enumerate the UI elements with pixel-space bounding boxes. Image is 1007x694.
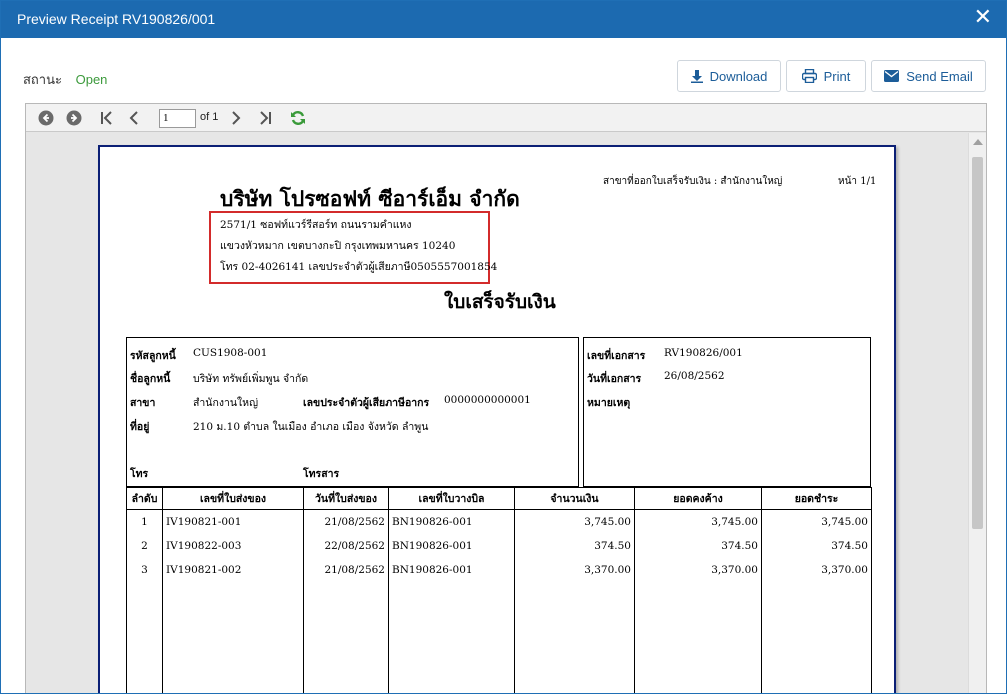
address-line-2: แขวงหัวหมาก เขตบางกะปิ กรุงเทพมหานคร 102… (220, 240, 456, 252)
table-row: 3 IV190821-002 21/08/2562 BN190826-001 3… (126, 557, 872, 582)
cell-delivery-date: 21/08/2562 (303, 557, 389, 582)
cell-outstanding: 3,745.00 (634, 509, 762, 534)
status-badge: Open (75, 72, 108, 87)
cell-paid: 3,745.00 (761, 509, 872, 534)
table-row: 2 IV190822-003 22/08/2562 BN190826-001 3… (126, 533, 872, 558)
customer-name: บริษัท ทรัพย์เพิ่มพูน จำกัด (193, 373, 309, 385)
issuing-branch: สาขาที่ออกใบเสร็จรับเงิน : สำนักงานใหญ่ (603, 176, 783, 187)
customer-code-label: รหัสลูกหนี้ (130, 350, 176, 362)
dialog-title: Preview Receipt RV190826/001 (17, 11, 216, 27)
customer-branch: สำนักงานใหญ่ (193, 397, 259, 409)
cell-delivery-no: IV190821-002 (162, 557, 304, 582)
col-header-seq: ลำดับ (126, 487, 163, 510)
report-viewer: 1 of 1 บริษัท โปรซอฟท์ ซีอาร์เอ็ม จำกัด … (25, 103, 987, 693)
table-header-row: ลำดับ เลขที่ใบส่งของ วันที่ใบส่งของ เลขท… (126, 487, 872, 510)
document-info-box: เลขที่เอกสาร RV190826/001 วันที่เอกสาร 2… (583, 337, 871, 487)
back-icon[interactable] (36, 108, 56, 128)
print-icon (801, 69, 817, 83)
cell-amount: 3,745.00 (514, 509, 635, 534)
close-icon[interactable]: ✕ (974, 6, 992, 30)
send-email-label: Send Email (906, 68, 973, 84)
address-line-3: โทร 02-4026141 เลขประจำตัวผู้เสียภาษี050… (220, 261, 498, 273)
cell-paid: 3,370.00 (761, 557, 872, 582)
col-header-paid: ยอดชำระ (761, 487, 872, 510)
status-row: สถานะ Open (23, 69, 107, 90)
print-button[interactable]: Print (786, 60, 866, 92)
table-row: 1 IV190821-001 21/08/2562 BN190826-001 3… (126, 509, 872, 534)
table-empty-row (126, 581, 872, 693)
scroll-up-icon[interactable] (973, 139, 983, 145)
cell-delivery-no: IV190821-001 (162, 509, 304, 534)
download-icon (690, 69, 703, 83)
page-number-input[interactable]: 1 (159, 109, 196, 128)
col-header-outstanding: ยอดคงค้าง (634, 487, 762, 510)
first-page-icon[interactable] (96, 108, 116, 128)
scrollbar-thumb[interactable] (972, 157, 983, 529)
cell-seq: 3 (126, 557, 163, 582)
page-count-label: of 1 (200, 111, 219, 123)
cell-delivery-date: 21/08/2562 (303, 509, 389, 534)
envelope-icon (884, 70, 900, 82)
docdate-label: วันที่เอกสาร (587, 373, 642, 385)
refresh-icon[interactable] (288, 108, 308, 128)
receipt-page: บริษัท โปรซอฟท์ ซีอาร์เอ็ม จำกัด สาขาที่… (98, 145, 896, 693)
receipt-items-table: ลำดับ เลขที่ใบส่งของ วันที่ใบส่งของ เลขท… (126, 487, 872, 693)
customer-branch-label: สาขา (130, 397, 156, 409)
cell-seq: 1 (126, 509, 163, 534)
page-indicator: หน้า 1/1 (838, 176, 877, 187)
docno-value: RV190826/001 (664, 347, 743, 359)
viewer-toolbar: 1 of 1 (26, 104, 986, 132)
previous-page-icon[interactable] (124, 108, 144, 128)
cell-outstanding: 374.50 (634, 533, 762, 558)
customer-name-label: ชื่อลูกหนี้ (130, 373, 171, 385)
forward-icon[interactable] (64, 108, 84, 128)
last-page-icon[interactable] (256, 108, 276, 128)
cell-amount: 374.50 (514, 533, 635, 558)
docdate-value: 26/08/2562 (664, 370, 725, 382)
customer-code: CUS1908-001 (193, 347, 268, 359)
cell-billing-no: BN190826-001 (388, 533, 515, 558)
download-label: Download (709, 68, 768, 84)
customer-taxid-label: เลขประจำตัวผู้เสียภาษีอากร (303, 397, 430, 409)
cell-delivery-date: 22/08/2562 (303, 533, 389, 558)
print-label: Print (823, 68, 851, 84)
col-header-billing-no: เลขที่ใบวางบิล (388, 487, 515, 510)
cell-billing-no: BN190826-001 (388, 509, 515, 534)
address-line-1: 2571/1 ซอฟท์แวร์รีสอร์ท ถนนรามคำแหง (220, 219, 412, 231)
document-title: ใบเสร็จรับเงิน (444, 291, 556, 313)
remark-label: หมายเหตุ (587, 397, 631, 409)
col-header-amount: จำนวนเงิน (514, 487, 635, 510)
docno-label: เลขที่เอกสาร (587, 350, 646, 362)
col-header-delivery-date: วันที่ใบส่งของ (303, 487, 389, 510)
customer-info-box: รหัสลูกหนี้ CUS1908-001 ชื่อลูกหนี้ บริษ… (126, 337, 579, 487)
customer-address: 210 ม.10 ตำบล ในเมือง อำเภอ เมือง จังหวั… (193, 421, 429, 433)
next-page-icon[interactable] (226, 108, 246, 128)
preview-receipt-dialog: Preview Receipt RV190826/001 ✕ สถานะ Ope… (0, 0, 1007, 694)
status-label: สถานะ (23, 72, 62, 87)
customer-taxid: 0000000000001 (444, 394, 531, 406)
customer-address-label: ที่อยู่ (130, 421, 150, 433)
dialog-titlebar: Preview Receipt RV190826/001 ✕ (1, 1, 1006, 38)
cell-amount: 3,370.00 (514, 557, 635, 582)
customer-phone-label: โทร (130, 468, 149, 480)
cell-delivery-no: IV190822-003 (162, 533, 304, 558)
cell-seq: 2 (126, 533, 163, 558)
cell-billing-no: BN190826-001 (388, 557, 515, 582)
customer-fax-label: โทรสาร (303, 468, 340, 480)
vertical-scrollbar[interactable] (968, 133, 986, 693)
cell-outstanding: 3,370.00 (634, 557, 762, 582)
col-header-delivery-no: เลขที่ใบส่งของ (162, 487, 304, 510)
send-email-button[interactable]: Send Email (871, 60, 986, 92)
download-button[interactable]: Download (677, 60, 781, 92)
cell-paid: 374.50 (761, 533, 872, 558)
